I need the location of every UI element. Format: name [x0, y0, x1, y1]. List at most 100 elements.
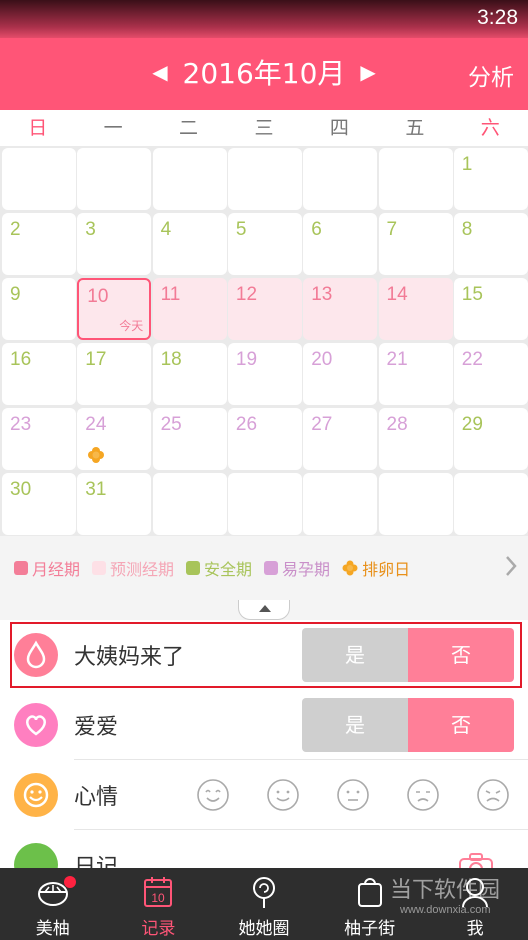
- legend-swatch: [92, 561, 107, 575]
- calendar-day-cell[interactable]: 7: [378, 213, 453, 275]
- nav-tata[interactable]: 她她圈: [211, 868, 317, 940]
- calendar-day-cell[interactable]: 13: [303, 278, 378, 340]
- day-number: 12: [235, 284, 258, 305]
- nav-label: 我: [466, 919, 484, 939]
- day-number: 24: [85, 414, 107, 435]
- calendar-day-cell[interactable]: 12: [227, 278, 302, 340]
- analysis-button[interactable]: 分析: [468, 58, 514, 92]
- calendar-day-cell[interactable]: 9: [2, 278, 76, 340]
- calendar-day-cell[interactable]: 25: [152, 408, 227, 470]
- day-number: 21: [386, 349, 408, 370]
- day-number: 17: [85, 349, 107, 370]
- legend-swatch: [264, 561, 279, 575]
- calendar-day-cell[interactable]: [303, 473, 378, 535]
- calendar-day-cell[interactable]: 24: [77, 408, 152, 470]
- collapse-handle[interactable]: [238, 600, 290, 620]
- day-number: 20: [311, 349, 333, 370]
- calendar-grid: 1 2 3 4 5 6 7 8 9 今天 10 11 12 13 14 15 16 17 18 19 20 21 22 23 2…: [0, 146, 528, 536]
- love-no-button[interactable]: 否: [408, 698, 514, 752]
- calendar-day-cell[interactable]: 23: [2, 408, 76, 470]
- calendar-day-cell[interactable]: 3: [77, 213, 152, 275]
- legend-safe: 安全期: [186, 556, 252, 580]
- calendar-day-cell[interactable]: 20: [303, 343, 378, 405]
- love-row: 爱爱 是 否: [0, 690, 528, 760]
- day-number: 23: [10, 414, 32, 435]
- love-toggle: 是 否: [302, 698, 514, 752]
- calendar-day-cell[interactable]: 26: [227, 408, 302, 470]
- calendar-day-cell[interactable]: [303, 148, 378, 210]
- legend-fertile: 易孕期: [264, 556, 330, 580]
- app-header: ◀ 2016年10月 ▶ 分析: [0, 38, 528, 110]
- day-number: 3: [85, 219, 96, 240]
- day-number: 4: [160, 219, 172, 240]
- nav-label: 柚子街: [344, 919, 396, 939]
- calendar-icon: 10: [144, 877, 173, 907]
- calendar-day-cell[interactable]: 16: [2, 343, 76, 405]
- calendar-day-cell[interactable]: 31: [77, 473, 152, 535]
- calendar-day-cell[interactable]: [453, 473, 528, 535]
- calendar-day-cell[interactable]: 22: [453, 343, 528, 405]
- calendar-day-cell[interactable]: 29: [453, 408, 528, 470]
- day-number: 7: [386, 219, 398, 240]
- legend[interactable]: 月经期 预测经期 安全期 易孕期 排卵日: [0, 536, 528, 600]
- legend-label: 月经期: [32, 560, 81, 579]
- legend-predicted: 预测经期: [92, 556, 174, 580]
- mood-happy-icon[interactable]: [266, 778, 300, 812]
- month-title: ◀ 2016年10月 ▶: [0, 52, 528, 92]
- calendar-day-cell[interactable]: 18: [152, 343, 227, 405]
- calendar-day-cell[interactable]: [227, 473, 302, 535]
- day-number: 10: [87, 286, 109, 307]
- calendar-day-cell[interactable]: 14: [378, 278, 453, 340]
- calendar-day-cell[interactable]: 27: [303, 408, 378, 470]
- love-yes-button[interactable]: 是: [302, 698, 408, 752]
- day-number: 1: [461, 154, 473, 175]
- calendar-day-cell[interactable]: [378, 473, 453, 535]
- legend-swatch: [186, 561, 201, 575]
- calendar-day-cell[interactable]: [77, 148, 152, 210]
- next-month-button[interactable]: ▶: [354, 60, 381, 84]
- calendar-day-cell[interactable]: 17: [77, 343, 152, 405]
- calendar-day-cell[interactable]: 6: [303, 213, 378, 275]
- calendar-day-cell[interactable]: 1: [453, 148, 528, 210]
- nav-meiyou[interactable]: 美柚: [0, 868, 106, 940]
- calendar-day-cell[interactable]: 5: [227, 213, 302, 275]
- calendar-day-cell[interactable]: 今天 10: [77, 278, 152, 340]
- calendar-day-cell[interactable]: [227, 148, 302, 210]
- today-label: 今天: [119, 319, 144, 333]
- calendar-day-cell[interactable]: 8: [453, 213, 528, 275]
- calendar-day-cell[interactable]: 4: [152, 213, 227, 275]
- day-number: 15: [461, 284, 483, 305]
- day-number: 22: [461, 349, 483, 370]
- calendar-day-cell[interactable]: 15: [453, 278, 528, 340]
- calendar-day-cell[interactable]: 28: [378, 408, 453, 470]
- love-label: 爱爱: [74, 715, 119, 740]
- day-number: 30: [10, 479, 32, 500]
- calendar-day-cell[interactable]: [152, 148, 227, 210]
- legend-label: 安全期: [204, 560, 253, 579]
- mood-sad-icon[interactable]: [406, 778, 440, 812]
- notification-badge: [64, 876, 76, 888]
- flower-icon: [342, 560, 358, 576]
- nav-label: 她她圈: [238, 919, 290, 939]
- day-number: 8: [461, 219, 473, 240]
- calendar-day-cell[interactable]: 30: [2, 473, 76, 535]
- calendar-day-cell[interactable]: [152, 473, 227, 535]
- calendar-day-cell[interactable]: 19: [227, 343, 302, 405]
- calendar-day-cell[interactable]: 21: [378, 343, 453, 405]
- mood-neutral-icon[interactable]: [336, 778, 370, 812]
- record-list: 大姨妈来了 是 否 爱爱 是 否 心情: [0, 620, 528, 887]
- lollipop-icon: [252, 877, 275, 908]
- calendar-day-cell[interactable]: [378, 148, 453, 210]
- smile-icon: [14, 773, 58, 817]
- calendar-day-cell[interactable]: 11: [152, 278, 227, 340]
- nav-record[interactable]: 10 记录: [106, 868, 212, 940]
- weekday-sat: 六: [480, 117, 500, 139]
- prev-month-button[interactable]: ◀: [146, 60, 173, 84]
- chevron-right-icon[interactable]: [504, 554, 518, 578]
- mood-crying-icon[interactable]: [476, 778, 510, 812]
- calendar-day-cell[interactable]: 2: [2, 213, 76, 275]
- legend-label: 预测经期: [110, 560, 175, 579]
- calendar-day-cell[interactable]: [2, 148, 76, 210]
- day-number: 16: [10, 349, 32, 370]
- mood-very-happy-icon[interactable]: [196, 778, 230, 812]
